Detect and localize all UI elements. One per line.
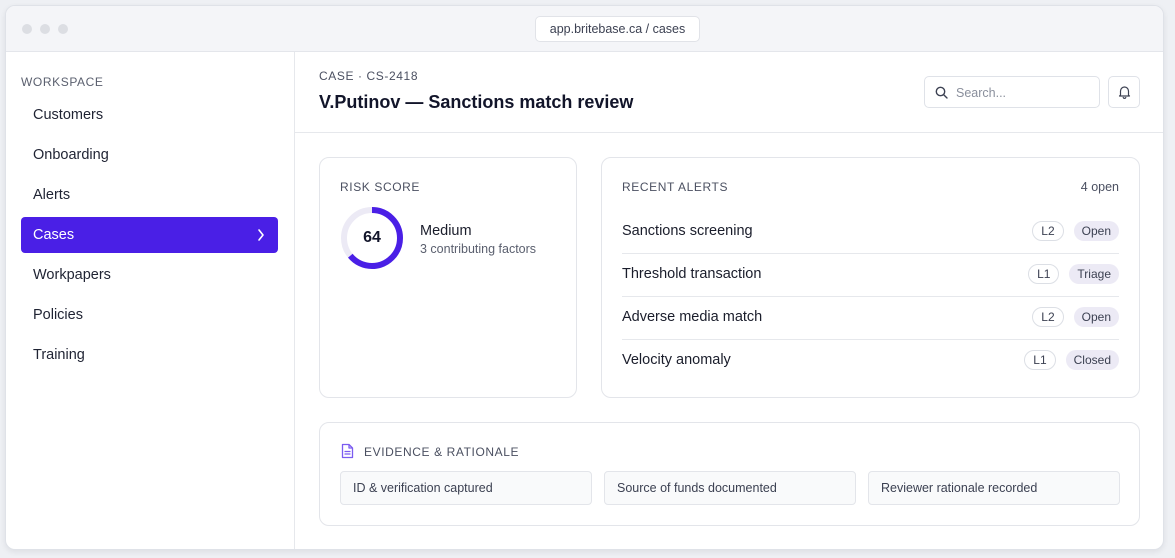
alert-level-badge: L1: [1028, 264, 1060, 284]
sidebar-item-cases[interactable]: Cases: [21, 217, 278, 253]
risk-score-value: 64: [363, 229, 381, 246]
url-bar[interactable]: app.britebase.ca / cases: [535, 16, 700, 42]
evidence-item[interactable]: ID & verification captured: [340, 471, 592, 505]
alerts-open-count: 4 open: [1080, 180, 1119, 194]
search-box[interactable]: [924, 76, 1100, 108]
evidence-items: ID & verification captured Source of fun…: [340, 471, 1120, 505]
sidebar-item-alerts[interactable]: Alerts: [21, 177, 278, 213]
bell-icon: [1118, 86, 1131, 99]
sidebar-item-onboarding[interactable]: Onboarding: [21, 137, 278, 173]
case-id: CASE · CS-2418: [319, 69, 419, 83]
sidebar-item-label: Workpapers: [33, 267, 111, 283]
risk-score-label: RISK SCORE: [340, 180, 421, 194]
alert-level-badge: L2: [1032, 221, 1064, 241]
sidebar: WORKSPACE Customers Onboarding Alerts Ca…: [6, 52, 295, 549]
search-icon: [935, 86, 948, 99]
risk-score-card: RISK SCORE 64 Medium 3 contributing fact…: [319, 157, 577, 398]
sidebar-item-customers[interactable]: Customers: [21, 97, 278, 133]
evidence-item[interactable]: Reviewer rationale recorded: [868, 471, 1120, 505]
sidebar-item-label: Alerts: [33, 187, 71, 203]
alert-tags: L1 Triage: [1028, 264, 1119, 284]
alert-status-badge: Open: [1073, 221, 1119, 241]
alert-title: Velocity anomaly: [622, 352, 731, 368]
sidebar-item-workpapers[interactable]: Workpapers: [21, 257, 278, 293]
page-title: V.Putinov — Sanctions match review: [319, 92, 634, 112]
alert-row[interactable]: Adverse media match L2 Open: [622, 297, 1119, 340]
alert-status-badge: Open: [1073, 307, 1119, 327]
notifications-button[interactable]: [1108, 76, 1140, 108]
page-header: CASE · CS-2418 V.Putinov — Sanctions mat…: [295, 52, 1163, 133]
evidence-item[interactable]: Source of funds documented: [604, 471, 856, 505]
alert-list: Sanctions screening L2 Open Threshold tr…: [622, 211, 1119, 383]
window-control-maximize[interactable]: [58, 24, 68, 34]
app-window: app.britebase.ca / cases WORKSPACE Custo…: [5, 5, 1164, 550]
risk-gauge: 64: [340, 206, 404, 270]
sidebar-item-label: Onboarding: [33, 147, 109, 163]
alert-status-badge: Triage: [1069, 264, 1119, 284]
browser-titlebar: app.britebase.ca / cases: [6, 6, 1163, 52]
window-control-close[interactable]: [22, 24, 32, 34]
sidebar-item-label: Customers: [33, 107, 104, 123]
alert-title: Threshold transaction: [622, 266, 762, 282]
sidebar-item-label: Cases: [33, 227, 75, 243]
recent-alerts-card: RECENT ALERTS 4 open Sanctions screening…: [601, 157, 1140, 398]
sidebar-item-policies[interactable]: Policies: [21, 297, 278, 333]
document-icon: [341, 443, 354, 459]
alert-title: Adverse media match: [622, 309, 763, 325]
alert-tags: L1 Closed: [1024, 350, 1119, 370]
sidebar-item-label: Training: [33, 347, 85, 363]
alert-title: Sanctions screening: [622, 223, 753, 239]
alert-row[interactable]: Sanctions screening L2 Open: [622, 211, 1119, 254]
alert-level-badge: L2: [1032, 307, 1064, 327]
sidebar-section-label: WORKSPACE: [21, 75, 104, 89]
main-content: CASE · CS-2418 V.Putinov — Sanctions mat…: [295, 52, 1163, 549]
evidence-label: EVIDENCE & RATIONALE: [364, 445, 520, 459]
sidebar-item-training[interactable]: Training: [21, 337, 278, 373]
alert-row[interactable]: Velocity anomaly L1 Closed: [622, 340, 1119, 383]
alert-tags: L2 Open: [1032, 307, 1119, 327]
alert-row[interactable]: Threshold transaction L1 Triage: [622, 254, 1119, 297]
sidebar-item-label: Policies: [33, 307, 83, 323]
evidence-card: EVIDENCE & RATIONALE ID & verification c…: [319, 422, 1140, 526]
sidebar-nav: Customers Onboarding Alerts Cases Workpa…: [21, 97, 278, 377]
alert-level-badge: L1: [1024, 350, 1056, 370]
alert-status-badge: Closed: [1065, 350, 1119, 370]
search-input[interactable]: [956, 83, 1091, 103]
alert-tags: L2 Open: [1032, 221, 1119, 241]
risk-level: Medium: [420, 223, 472, 239]
window-control-minimize[interactable]: [40, 24, 50, 34]
risk-factors: 3 contributing factors: [420, 242, 537, 256]
recent-alerts-label: RECENT ALERTS: [622, 180, 729, 194]
